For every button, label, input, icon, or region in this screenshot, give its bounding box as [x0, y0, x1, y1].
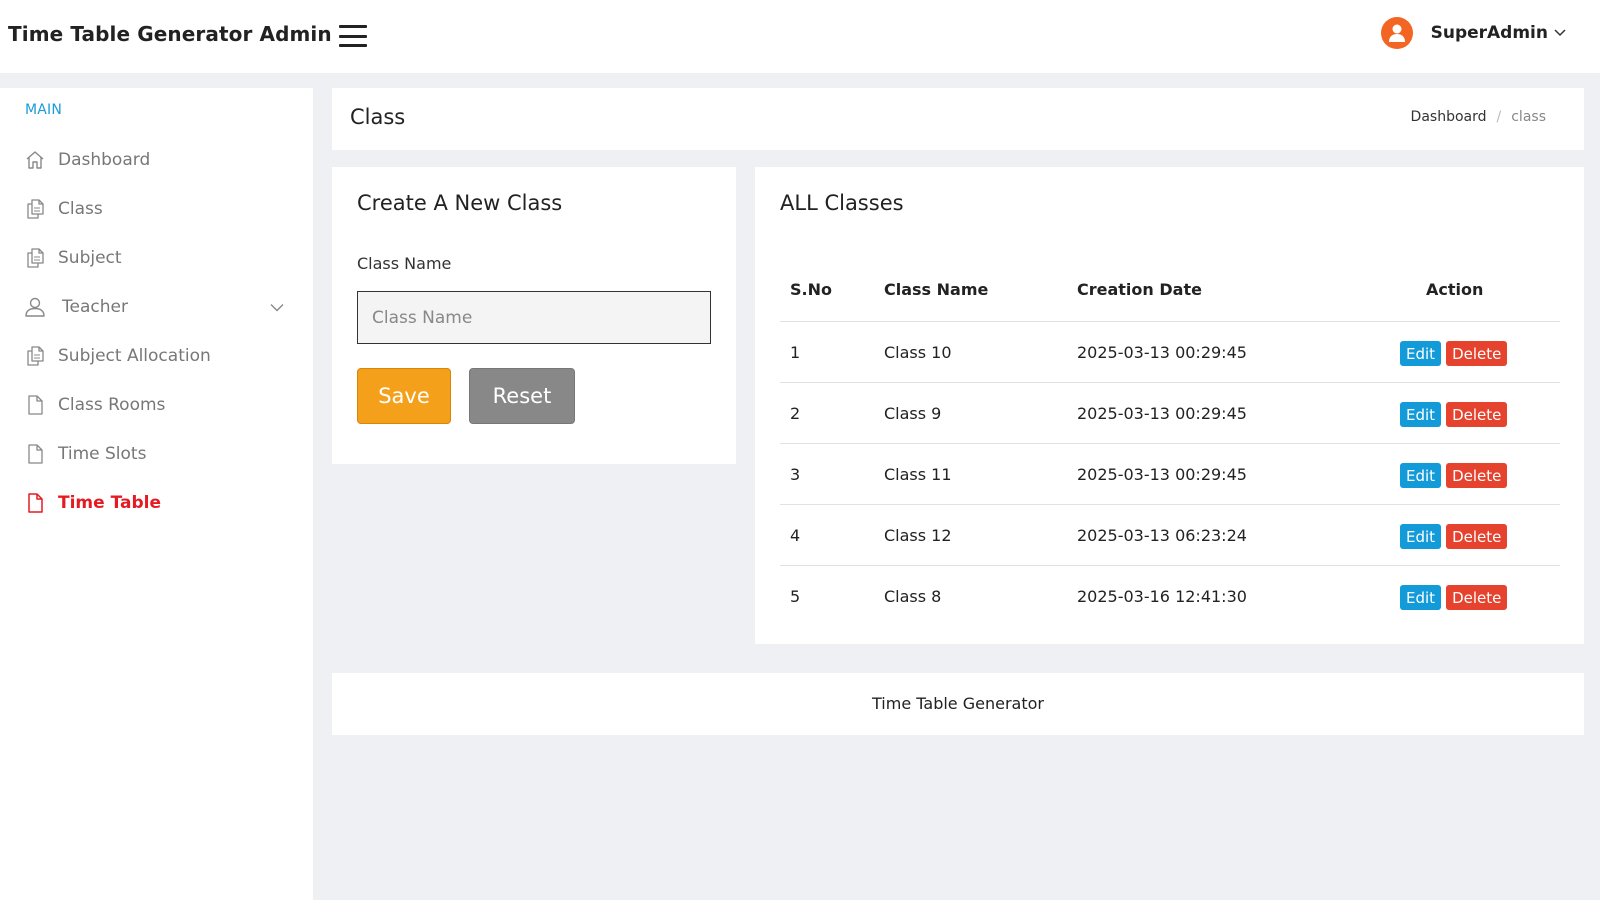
table-header-row: S.No Class Name Creation Date Action	[780, 260, 1560, 322]
cell-creation-date: 2025-03-16 12:41:30	[1077, 587, 1247, 606]
file-icon	[24, 443, 46, 465]
table-row: 1 Class 10 2025-03-13 00:29:45 Edit Dele…	[780, 322, 1560, 383]
breadcrumb-current: class	[1511, 109, 1546, 125]
sidebar-item-class-rooms[interactable]: Class Rooms	[24, 390, 165, 420]
sidebar-item-label: Subject	[58, 248, 122, 268]
row-actions: Edit Delete	[1400, 463, 1508, 488]
page-header: Class Dashboard / class	[332, 88, 1584, 150]
footer-text: Time Table Generator	[872, 694, 1044, 713]
file-icon	[24, 492, 46, 514]
user-avatar-icon	[1380, 17, 1413, 49]
column-header-creation-date: Creation Date	[1077, 280, 1202, 299]
create-class-card: Create A New Class Class Name Save Reset	[332, 167, 736, 464]
sidebar-item-label: Class	[58, 199, 103, 219]
user-menu[interactable]: SuperAdmin	[1380, 16, 1566, 50]
sidebar-heading: MAIN	[25, 102, 63, 118]
cell-creation-date: 2025-03-13 00:29:45	[1077, 343, 1247, 362]
column-header-sno: S.No	[790, 280, 832, 299]
row-actions: Edit Delete	[1400, 341, 1508, 366]
cell-creation-date: 2025-03-13 00:29:45	[1077, 465, 1247, 484]
sidebar-item-label: Class Rooms	[58, 395, 166, 415]
delete-button[interactable]: Delete	[1446, 585, 1508, 610]
class-name-input[interactable]	[357, 291, 711, 344]
cell-class-name: Class 12	[884, 526, 952, 545]
top-navbar: Time Table Generator Admin SuperAdmin	[0, 0, 1600, 73]
cell-sno: 2	[790, 404, 801, 423]
breadcrumb: Dashboard / class	[1411, 109, 1546, 125]
column-header-class-name: Class Name	[884, 280, 989, 299]
cell-class-name: Class 10	[884, 343, 952, 362]
table-row: 4 Class 12 2025-03-13 06:23:24 Edit Dele…	[780, 505, 1560, 566]
edit-button[interactable]: Edit	[1400, 585, 1442, 610]
cell-sno: 4	[790, 526, 801, 545]
sidebar-item-time-table[interactable]: Time Table	[24, 488, 161, 518]
edit-button[interactable]: Edit	[1400, 402, 1442, 427]
user-name: SuperAdmin	[1430, 23, 1548, 43]
sidebar-item-class[interactable]: Class	[24, 194, 103, 224]
copy-document-icon	[24, 247, 46, 269]
reset-button[interactable]: Reset	[469, 368, 575, 424]
table-row: 2 Class 9 2025-03-13 00:29:45 Edit Delet…	[780, 383, 1560, 444]
delete-button[interactable]: Delete	[1446, 341, 1508, 366]
all-classes-card: ALL Classes S.No Class Name Creation Dat…	[755, 167, 1584, 644]
page-title: Class	[350, 105, 406, 129]
sidebar: MAIN Dashboard Class Subject Teacher Sub…	[0, 88, 313, 900]
classes-table: S.No Class Name Creation Date Action 1 C…	[780, 260, 1560, 627]
breadcrumb-dashboard-link[interactable]: Dashboard	[1411, 109, 1487, 125]
sidebar-item-label: Time Table	[58, 493, 161, 513]
footer: Time Table Generator	[332, 673, 1584, 735]
cell-creation-date: 2025-03-13 06:23:24	[1077, 526, 1247, 545]
cell-class-name: Class 9	[884, 404, 942, 423]
sidebar-item-subject[interactable]: Subject	[24, 243, 122, 273]
class-name-label: Class Name	[357, 254, 452, 273]
cell-sno: 1	[790, 343, 801, 362]
file-icon	[24, 394, 46, 416]
table-row: 5 Class 8 2025-03-16 12:41:30 Edit Delet…	[780, 566, 1560, 627]
table-title: ALL Classes	[780, 191, 904, 215]
sidebar-item-dashboard[interactable]: Dashboard	[24, 145, 150, 175]
hamburger-menu-icon[interactable]	[339, 25, 367, 47]
cell-sno: 3	[790, 465, 801, 484]
sidebar-item-label: Teacher	[62, 297, 128, 317]
edit-button[interactable]: Edit	[1400, 524, 1442, 549]
sidebar-item-label: Time Slots	[58, 444, 147, 464]
cell-class-name: Class 8	[884, 587, 942, 606]
sidebar-item-teacher[interactable]: Teacher	[24, 292, 284, 322]
table-row: 3 Class 11 2025-03-13 00:29:45 Edit Dele…	[780, 444, 1560, 505]
chevron-down-icon	[1554, 29, 1566, 37]
delete-button[interactable]: Delete	[1446, 524, 1508, 549]
cell-sno: 5	[790, 587, 801, 606]
cell-creation-date: 2025-03-13 00:29:45	[1077, 404, 1247, 423]
sidebar-item-subject-allocation[interactable]: Subject Allocation	[24, 341, 211, 371]
sidebar-item-label: Subject Allocation	[58, 346, 211, 366]
breadcrumb-separator: /	[1496, 109, 1502, 125]
sidebar-item-label: Dashboard	[58, 150, 151, 170]
edit-button[interactable]: Edit	[1400, 341, 1442, 366]
user-icon	[24, 296, 46, 318]
copy-document-icon	[24, 198, 46, 220]
copy-document-icon	[24, 345, 46, 367]
home-icon	[24, 149, 46, 171]
delete-button[interactable]: Delete	[1446, 463, 1508, 488]
column-header-action: Action	[1426, 280, 1484, 299]
chevron-down-icon	[270, 303, 284, 312]
app-brand[interactable]: Time Table Generator Admin	[8, 22, 332, 46]
save-button[interactable]: Save	[357, 368, 451, 424]
row-actions: Edit Delete	[1400, 402, 1508, 427]
form-title: Create A New Class	[357, 191, 563, 215]
cell-class-name: Class 11	[884, 465, 952, 484]
row-actions: Edit Delete	[1400, 585, 1508, 610]
sidebar-item-time-slots[interactable]: Time Slots	[24, 439, 146, 469]
delete-button[interactable]: Delete	[1446, 402, 1508, 427]
edit-button[interactable]: Edit	[1400, 463, 1442, 488]
row-actions: Edit Delete	[1400, 524, 1508, 549]
